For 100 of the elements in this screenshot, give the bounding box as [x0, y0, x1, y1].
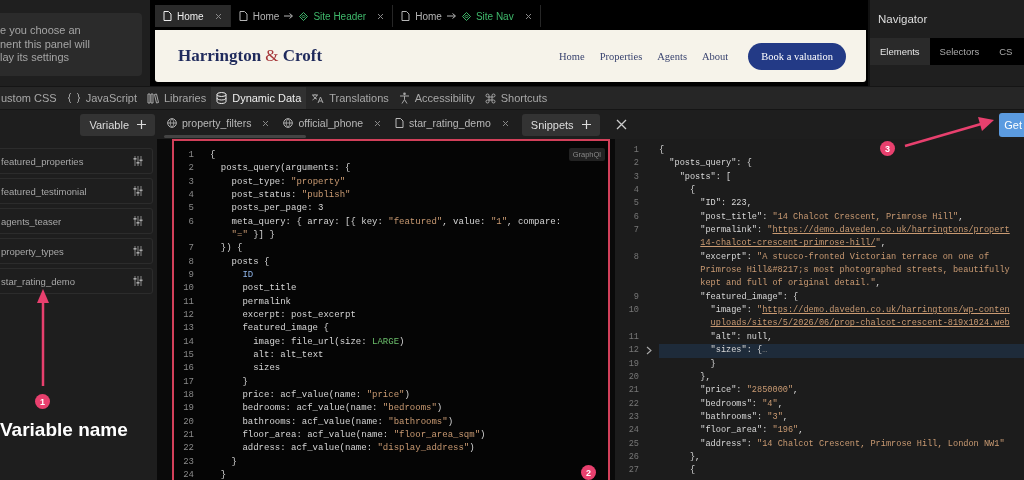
line-number: 5 [633, 198, 639, 209]
navigator-tab[interactable]: CS [989, 38, 1023, 65]
page-icon [163, 11, 172, 21]
code-line: }, [699, 370, 711, 384]
line-number: 3 [633, 171, 639, 182]
navigator-tab[interactable]: Elements [870, 38, 930, 65]
arrow-icon [446, 12, 457, 20]
code-line: "posts_query": { [668, 157, 752, 171]
line-number: 18 [183, 389, 194, 400]
sliders-icon[interactable] [133, 156, 143, 166]
books-icon [147, 92, 159, 104]
code-line: bathrooms: acf_value(name: "bathrooms") [241, 415, 454, 429]
variable-tab[interactable]: star_rating_demo [388, 111, 516, 135]
variable-tab[interactable]: official_phone [276, 111, 389, 135]
variable-item[interactable]: property_types [0, 238, 153, 264]
database-icon [216, 92, 228, 104]
code-line: permalink [241, 295, 291, 309]
translate-icon [311, 92, 325, 104]
close-icon[interactable] [262, 119, 270, 127]
navigator-tab[interactable]: Selectors [929, 38, 990, 65]
code-line: "excerpt": "A stucco-fronted Victorian terrace on one of [699, 250, 990, 264]
sliders-icon[interactable] [133, 246, 143, 256]
code-line: "posts": [ [678, 170, 732, 184]
toolbar-tab[interactable]: ustom CSS [0, 87, 62, 109]
nav-link[interactable]: About [702, 50, 729, 62]
sliders-icon[interactable] [133, 186, 143, 196]
code-line: { [688, 184, 696, 198]
page-tab[interactable]: Home Site Header [230, 5, 394, 27]
close-icon[interactable] [501, 119, 509, 127]
line-number: 19 [628, 358, 639, 369]
query-editor[interactable] [172, 139, 610, 480]
close-icon[interactable] [615, 119, 627, 130]
line-number: 14 [183, 336, 194, 347]
nav-link[interactable]: Properties [599, 50, 643, 62]
variable-item[interactable]: featured_properties [0, 148, 153, 174]
code-line: "price": "2850000", [699, 384, 799, 398]
nav-link[interactable]: Home [559, 50, 585, 62]
line-number: 15 [183, 349, 194, 360]
variable-item[interactable]: featured_testimonial [0, 178, 153, 204]
toolbar-tab[interactable]: Libraries [142, 87, 212, 109]
line-number: 7 [633, 225, 639, 236]
annotation-caption: Variable name [0, 419, 128, 441]
code-line: price: acf_value(name: "price") [241, 388, 410, 402]
line-number: 10 [183, 283, 194, 294]
toolbar-tab[interactable]: Accessibility [393, 87, 480, 109]
code-line: bedrooms: acf_value(name: "bedrooms") [241, 402, 443, 416]
line-number: 3 [188, 176, 194, 187]
line-number: 2 [633, 158, 639, 169]
close-icon[interactable] [377, 12, 385, 20]
page-tab[interactable]: Home Site Nav [393, 5, 541, 27]
line-number: 8 [633, 251, 639, 262]
chevron-icon[interactable] [646, 346, 652, 356]
close-icon[interactable] [524, 12, 532, 20]
toolbar-tab[interactable]: Shortcuts [479, 87, 553, 109]
scrollbar[interactable] [164, 135, 306, 138]
line-number: 13 [183, 323, 194, 334]
nav-link[interactable]: Agents [657, 50, 687, 62]
line-number: 9 [633, 291, 639, 302]
component-icon [461, 11, 471, 21]
code-line: sizes [252, 362, 281, 376]
code-line: } [219, 468, 227, 480]
code-line: post_type: "property" [230, 175, 346, 189]
code-line: excerpt: post_excerpt [241, 308, 356, 322]
line-number: 22 [183, 443, 194, 454]
code-line: }, [688, 450, 701, 464]
toolbar-tab[interactable]: JavaScript [61, 87, 142, 109]
variable-button[interactable]: Variable [80, 113, 155, 136]
line-number: 17 [183, 376, 194, 387]
line-number: 11 [183, 296, 194, 307]
code-line: "featured_image": { [699, 290, 799, 304]
line-number: 21 [628, 385, 639, 396]
code-line: "address": "14 Chalcot Crescent, Primrose Hill, London NW1" [699, 437, 1005, 451]
toolbar-tab[interactable]: Translations [306, 87, 394, 109]
line-number: 20 [628, 371, 639, 382]
globe-icon [283, 118, 294, 128]
code-line: 14-chalcot-crescent-primrose-hill/", [699, 237, 886, 251]
line-number: 23 [183, 456, 194, 467]
line-number: 8 [188, 256, 194, 267]
code-line: address: acf_value(name: "display_address") [241, 442, 475, 456]
line-number: 22 [628, 398, 639, 409]
snippets-button[interactable]: Snippets [521, 113, 600, 136]
toolbar-tab[interactable]: Dynamic Data [211, 87, 307, 109]
line-number: 25 [628, 438, 639, 449]
book-valuation-button[interactable]: Book a valuation [748, 42, 846, 70]
line-number: 12 [183, 309, 194, 320]
arrow-icon [284, 12, 295, 20]
code-line: image: file_url(size: LARGE) [252, 335, 405, 349]
code-line: { [210, 149, 216, 162]
close-icon[interactable] [374, 119, 382, 127]
page-icon [395, 118, 405, 128]
sliders-icon[interactable] [133, 216, 143, 226]
sliders-icon[interactable] [133, 276, 143, 286]
variable-item[interactable]: star_rating_demo [0, 268, 153, 294]
code-line: featured_image { [241, 322, 329, 336]
code-line: "bedrooms": "4", [699, 397, 783, 411]
line-number: 6 [188, 216, 194, 227]
variable-item[interactable]: agents_teaser [0, 208, 153, 234]
variable-tab[interactable]: property_filters [160, 111, 277, 135]
line-number: 26 [628, 451, 639, 462]
page-tab[interactable]: Home [155, 5, 231, 27]
